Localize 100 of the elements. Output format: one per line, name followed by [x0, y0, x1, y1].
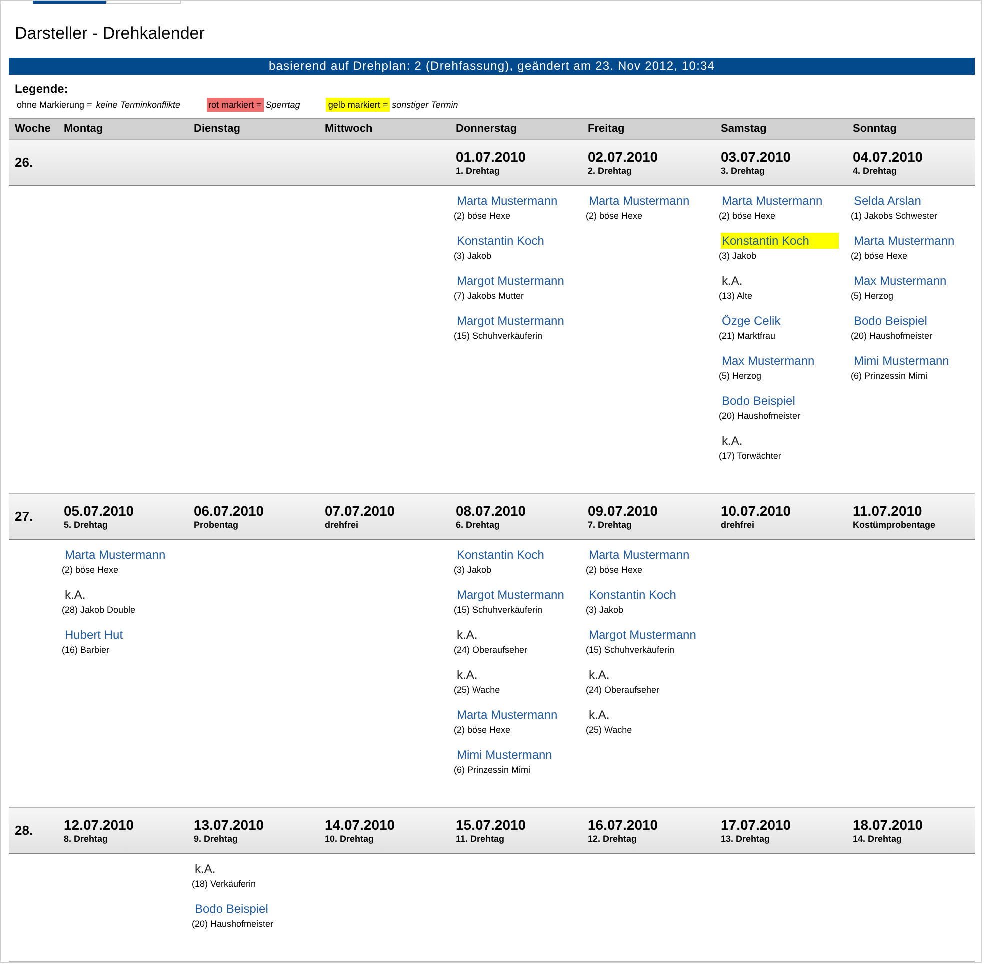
column-header: Samstag: [720, 123, 767, 135]
actor-link[interactable]: Marta Mustermann: [588, 193, 691, 209]
actor-link[interactable]: Margot Mustermann: [456, 273, 566, 289]
role-label: (2) böse Hexe: [62, 564, 119, 577]
actor-link[interactable]: Margot Mustermann: [456, 313, 566, 329]
role-label: (13) Alte: [719, 290, 753, 303]
role-label: (24) Oberaufseher: [454, 644, 528, 657]
actor-link[interactable]: Özge Celik: [721, 313, 782, 329]
column-header: Freitag: [587, 123, 625, 135]
actor-link[interactable]: Bodo Beispiel: [721, 393, 796, 409]
day-note: 14. Drehtag: [853, 834, 902, 844]
legend-label: gelb markiert =: [326, 98, 390, 112]
role-label: (20) Haushofmeister: [719, 410, 801, 423]
actor-link[interactable]: Hubert Hut: [64, 627, 124, 643]
tab[interactable]: [106, 1, 181, 4]
week-number: 26.: [14, 155, 34, 170]
role-label: (3) Jakob: [454, 250, 492, 263]
role-label: (2) böse Hexe: [586, 564, 643, 577]
day-note: 11. Drehtag: [456, 834, 505, 844]
day-note: drehfrei: [325, 520, 359, 530]
actor-link[interactable]: Max Mustermann: [853, 273, 948, 289]
legend-heading: Legende:: [15, 82, 68, 96]
column-header: Donnerstag: [455, 123, 518, 135]
date-label: 13.07.2010: [194, 817, 264, 833]
day-note: 2. Drehtag: [588, 166, 632, 176]
role-label: (2) böse Hexe: [851, 250, 908, 263]
date-label: 04.07.2010: [853, 149, 924, 165]
date-label: 16.07.2010: [588, 817, 658, 833]
day-note: Kostümprobentage: [853, 520, 936, 530]
actor-name: k.A.: [456, 667, 479, 683]
column-header: Montag: [63, 123, 104, 135]
day-note: 8. Drehtag: [64, 834, 108, 844]
role-label: (2) böse Hexe: [586, 210, 643, 223]
date-label: 18.07.2010: [853, 817, 924, 833]
role-label: (7) Jakobs Mutter: [454, 290, 524, 303]
day-note: 10. Drehtag: [325, 834, 374, 844]
actor-link[interactable]: Marta Mustermann: [456, 707, 559, 723]
week-number: 28.: [14, 823, 34, 838]
role-label: (18) Verkäuferin: [192, 878, 256, 891]
date-label: 01.07.2010: [456, 149, 526, 165]
day-note: 9. Drehtag: [194, 834, 238, 844]
info-banner: basierend auf Drehplan: 2 (Drehfassung), geändert am 23. Nov 2012, 10:34: [9, 58, 975, 75]
date-label: 03.07.2010: [721, 149, 792, 165]
column-header: Sonntag: [852, 123, 897, 135]
actor-name: k.A.: [588, 667, 611, 683]
actor-link[interactable]: Marta Mustermann: [64, 547, 167, 563]
actor-link[interactable]: Konstantin Koch: [456, 233, 546, 249]
actor-link[interactable]: Bodo Beispiel: [853, 313, 928, 329]
role-label: (6) Prinzessin Mimi: [454, 764, 531, 777]
role-label: (1) Jakobs Schwester: [851, 210, 938, 223]
role-label: (25) Wache: [454, 684, 500, 697]
day-note: 1. Drehtag: [456, 166, 500, 176]
role-label: (6) Prinzessin Mimi: [851, 370, 928, 383]
actor-link[interactable]: Konstantin Koch: [588, 587, 678, 603]
date-label: 14.07.2010: [325, 817, 396, 833]
legend-meaning: keine Terminkonflikte: [96, 100, 181, 110]
tab[interactable]: [33, 1, 106, 4]
date-label: 15.07.2010: [456, 817, 526, 833]
actor-link[interactable]: Margot Mustermann: [456, 587, 566, 603]
date-label: 02.07.2010: [588, 149, 658, 165]
role-label: (5) Herzog: [719, 370, 762, 383]
actor-link[interactable]: Marta Mustermann: [588, 547, 691, 563]
actor-link[interactable]: Marta Mustermann: [853, 233, 956, 249]
actor-link[interactable]: Margot Mustermann: [588, 627, 698, 643]
column-header: Mittwoch: [324, 123, 373, 135]
actor-link[interactable]: Konstantin Koch: [721, 233, 839, 249]
actor-name: k.A.: [721, 433, 744, 449]
role-label: (21) Marktfrau: [719, 330, 776, 343]
page-title: Darsteller - Drehkalender: [15, 24, 205, 44]
role-label: (3) Jakob: [454, 564, 492, 577]
actor-link[interactable]: Bodo Beispiel: [194, 901, 270, 917]
day-note: 7. Drehtag: [588, 520, 632, 530]
day-note: 6. Drehtag: [456, 520, 500, 530]
legend-meaning: sonstiger Termin: [392, 100, 458, 110]
actor-link[interactable]: Marta Mustermann: [721, 193, 824, 209]
day-note: 4. Drehtag: [853, 166, 898, 176]
role-label: (17) Torwächter: [719, 450, 782, 463]
date-label: 05.07.2010: [64, 503, 134, 519]
role-label: (25) Wache: [586, 724, 632, 737]
actor-link[interactable]: Mimi Mustermann: [456, 747, 554, 763]
actor-link[interactable]: Mimi Mustermann: [853, 353, 950, 369]
actor-name: k.A.: [456, 627, 479, 643]
date-label: 06.07.2010: [194, 503, 264, 519]
role-label: (5) Herzog: [851, 290, 894, 303]
date-label: 08.07.2010: [456, 503, 526, 519]
actor-link[interactable]: Selda Arslan: [853, 193, 922, 209]
role-label: (3) Jakob: [719, 250, 757, 263]
day-note: 3. Drehtag: [721, 166, 766, 176]
column-header: Dienstag: [193, 123, 240, 135]
role-label: (20) Haushofmeister: [192, 918, 274, 931]
legend-meaning: Sperrtag: [266, 100, 300, 110]
actor-link[interactable]: Max Mustermann: [721, 353, 816, 369]
week-number: 27.: [14, 509, 34, 524]
actor-link[interactable]: Marta Mustermann: [456, 193, 559, 209]
role-label: (24) Oberaufseher: [586, 684, 660, 697]
actor-name: k.A.: [721, 273, 744, 289]
role-label: (15) Schuhverkäuferin: [454, 604, 543, 617]
date-label: 12.07.2010: [64, 817, 134, 833]
actor-link[interactable]: Konstantin Koch: [456, 547, 546, 563]
legend-label: rot markiert =: [206, 98, 264, 112]
